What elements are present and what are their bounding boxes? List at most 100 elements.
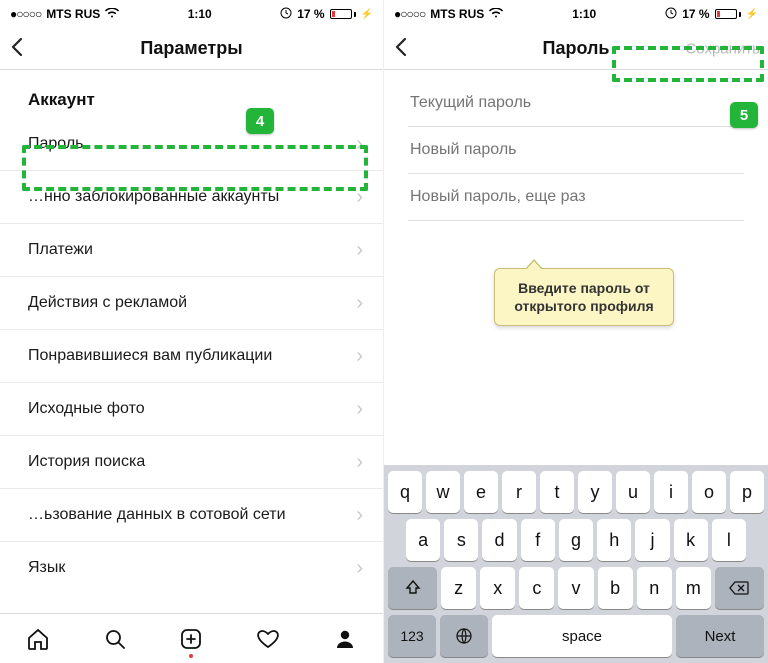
chevron-right-icon: › (356, 187, 363, 207)
keyboard-row-3: z x c v b n m (388, 567, 764, 609)
key-a[interactable]: a (406, 519, 440, 561)
tab-search-icon[interactable] (102, 626, 128, 652)
new-password-field[interactable] (408, 127, 744, 174)
key-h[interactable]: h (597, 519, 631, 561)
key-v[interactable]: v (558, 567, 593, 609)
chevron-right-icon: › (356, 399, 363, 419)
battery-icon (330, 9, 356, 19)
key-m[interactable]: m (676, 567, 711, 609)
key-j[interactable]: j (635, 519, 669, 561)
tooltip-callout: Введите пароль от открытого профиля (494, 268, 674, 326)
key-r[interactable]: r (502, 471, 536, 513)
key-y[interactable]: y (578, 471, 612, 513)
key-next[interactable]: Next (676, 615, 764, 657)
chevron-right-icon: › (356, 505, 363, 525)
key-s[interactable]: s (444, 519, 478, 561)
row-payments[interactable]: Платежи › (0, 224, 383, 277)
tab-add-icon[interactable] (178, 626, 204, 652)
row-label: История поиска (28, 453, 145, 471)
chevron-right-icon: › (356, 346, 363, 366)
key-shift[interactable] (388, 567, 437, 609)
key-z[interactable]: z (441, 567, 476, 609)
password-form (384, 70, 768, 221)
row-liked-posts[interactable]: Понравившиеся вам публикации › (0, 330, 383, 383)
key-w[interactable]: w (426, 471, 460, 513)
key-f[interactable]: f (521, 519, 555, 561)
key-q[interactable]: q (388, 471, 422, 513)
tab-profile-icon[interactable] (332, 626, 358, 652)
chevron-right-icon: › (356, 134, 363, 154)
carrier-label: MTS RUS (430, 7, 484, 21)
key-l[interactable]: l (712, 519, 746, 561)
row-original-photos[interactable]: Исходные фото › (0, 383, 383, 436)
key-x[interactable]: x (480, 567, 515, 609)
signal-icon: ●○○○○ (10, 7, 41, 21)
keyboard-row-4: 123 space Next (388, 615, 764, 657)
row-blocked-accounts[interactable]: …нно заблокированные аккаунты › (0, 171, 383, 224)
key-e[interactable]: e (464, 471, 498, 513)
keyboard-row-1: q w e r t y u i o p (388, 471, 764, 513)
chevron-right-icon: › (356, 240, 363, 260)
row-label: …нно заблокированные аккаунты (28, 188, 279, 206)
key-p[interactable]: p (730, 471, 764, 513)
key-123[interactable]: 123 (388, 615, 436, 657)
row-label: Действия с рекламой (28, 294, 187, 312)
battery-pct-label: 17 % (682, 7, 709, 21)
row-language[interactable]: Язык › (0, 542, 383, 584)
repeat-password-field[interactable] (408, 174, 744, 221)
key-u[interactable]: u (616, 471, 650, 513)
signal-icon: ●○○○○ (394, 7, 425, 21)
step-badge-4: 4 (246, 108, 274, 134)
key-k[interactable]: k (674, 519, 708, 561)
row-search-history[interactable]: История поиска › (0, 436, 383, 489)
key-g[interactable]: g (559, 519, 593, 561)
phone-left: ●○○○○ MTS RUS 1:10 17 % ⚡ (0, 0, 384, 663)
nav-header: Пароль Сохранить (384, 28, 768, 70)
key-n[interactable]: n (637, 567, 672, 609)
clock-label: 1:10 (572, 7, 596, 21)
row-password[interactable]: Пароль › (0, 118, 383, 171)
row-ad-actions[interactable]: Действия с рекламой › (0, 277, 383, 330)
row-label: Платежи (28, 241, 93, 259)
tab-bar (0, 613, 383, 663)
current-password-field[interactable] (408, 80, 744, 127)
back-button[interactable] (10, 37, 24, 61)
step-badge-5: 5 (730, 102, 758, 128)
page-title: Пароль (543, 38, 610, 59)
battery-pct-label: 17 % (297, 7, 324, 21)
battery-icon (715, 9, 741, 19)
keyboard-row-2: a s d f g h j k l (388, 519, 764, 561)
phone-right: ●○○○○ MTS RUS 1:10 17 % ⚡ (384, 0, 768, 663)
row-label: Понравившиеся вам публикации (28, 347, 272, 365)
rotation-lock-icon (280, 7, 292, 22)
section-header-account: Аккаунт (0, 70, 383, 118)
callout-line1: Введите пароль от (518, 280, 650, 296)
key-b[interactable]: b (598, 567, 633, 609)
tab-activity-icon[interactable] (255, 626, 281, 652)
clock-label: 1:10 (188, 7, 212, 21)
save-button[interactable]: Сохранить (685, 40, 760, 57)
rotation-lock-icon (665, 7, 677, 22)
callout-line2: открытого профиля (514, 298, 653, 314)
tab-home-icon[interactable] (25, 626, 51, 652)
key-globe[interactable] (440, 615, 488, 657)
row-label: Язык (28, 559, 65, 577)
row-label: Пароль (28, 135, 84, 153)
key-t[interactable]: t (540, 471, 574, 513)
wifi-icon (489, 7, 503, 21)
key-c[interactable]: c (519, 567, 554, 609)
nav-header: Параметры (0, 28, 383, 70)
wifi-icon (105, 7, 119, 21)
key-backspace[interactable] (715, 567, 764, 609)
back-button[interactable] (394, 37, 408, 61)
key-space[interactable]: space (492, 615, 672, 657)
key-o[interactable]: o (692, 471, 726, 513)
chevron-right-icon: › (356, 452, 363, 472)
charging-icon: ⚡ (746, 9, 758, 20)
row-cellular-data[interactable]: …ьзование данных в сотовой сети › (0, 489, 383, 542)
key-i[interactable]: i (654, 471, 688, 513)
key-d[interactable]: d (482, 519, 516, 561)
keyboard: q w e r t y u i o p a s d f g h j k (384, 465, 768, 663)
page-title: Параметры (140, 38, 242, 59)
settings-list: Пароль › …нно заблокированные аккаунты ›… (0, 118, 383, 613)
